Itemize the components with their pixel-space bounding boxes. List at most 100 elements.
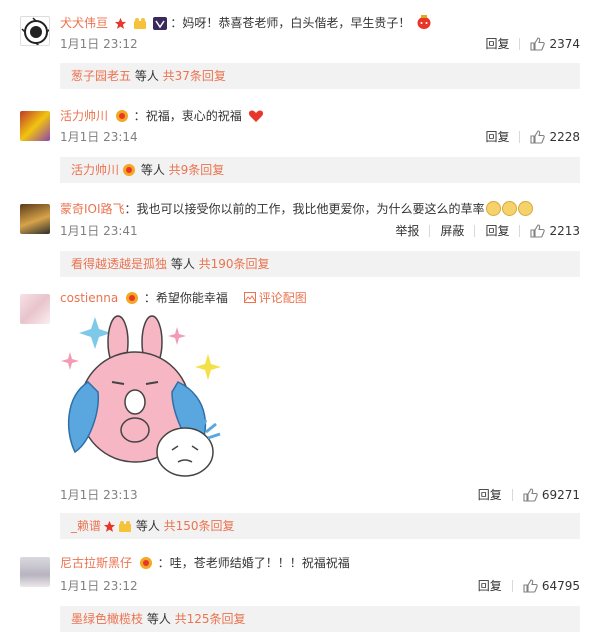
replies-summary[interactable]: _赖谱 等人 共150条回复 bbox=[60, 513, 580, 539]
picture-link-label: 评论配图 bbox=[258, 291, 307, 305]
divider bbox=[474, 225, 476, 237]
star-badge-icon bbox=[114, 17, 127, 34]
like-button[interactable]: 2213 bbox=[530, 223, 580, 239]
timestamp: 1月1日 23:14 bbox=[60, 130, 138, 144]
comment-line: 蒙奇IOI路飞：我也可以接受你以前的工作，我比他更爱你，为什么要这么的草率 bbox=[60, 201, 590, 217]
comment-line: 活力帅川 ：祝福，衷心的祝福 bbox=[60, 108, 590, 127]
vip-badge-icon bbox=[121, 160, 137, 186]
reply-button[interactable]: 回复 bbox=[478, 487, 502, 503]
divider bbox=[519, 225, 521, 237]
reply-user-link[interactable]: _赖谱 bbox=[71, 519, 101, 533]
comment-meta: 1月1日 23:12 回复 64795 bbox=[60, 578, 580, 594]
vip-badge-icon bbox=[118, 516, 132, 542]
timestamp: 1月1日 23:13 bbox=[60, 488, 138, 502]
avatar[interactable] bbox=[20, 111, 50, 141]
colon: ： bbox=[170, 16, 183, 30]
like-count: 2374 bbox=[549, 37, 580, 51]
divider bbox=[511, 489, 513, 501]
crying-rabbit-sticker bbox=[61, 315, 221, 477]
username-link[interactable]: 犬犬伟亘 bbox=[60, 16, 108, 30]
like-button[interactable]: 2374 bbox=[530, 36, 580, 52]
star-badge-icon bbox=[103, 516, 116, 542]
like-icon bbox=[523, 488, 538, 502]
avatar[interactable] bbox=[20, 204, 50, 234]
picture-icon bbox=[243, 292, 256, 303]
like-icon bbox=[523, 579, 538, 593]
replies-summary[interactable]: 墨绿色橄榄枝 等人 共125条回复 bbox=[60, 606, 580, 632]
comment-meta: 1月1日 23:14 回复 2228 bbox=[60, 129, 580, 145]
username-link[interactable]: 活力帅川 bbox=[60, 109, 108, 123]
username-link[interactable]: costienna bbox=[60, 291, 118, 305]
avatar[interactable] bbox=[20, 294, 50, 324]
block-button[interactable]: 屏蔽 bbox=[440, 223, 464, 239]
timestamp: 1月1日 23:41 bbox=[60, 224, 138, 238]
reply-button[interactable]: 回复 bbox=[478, 578, 502, 594]
like-button[interactable]: 2228 bbox=[530, 129, 580, 145]
like-count: 2228 bbox=[549, 130, 580, 144]
timestamp: 1月1日 23:12 bbox=[60, 37, 138, 51]
comment-text: 祝福，衷心的祝福 bbox=[145, 109, 242, 123]
comment-text: 哇，苍老师结婚了！！！祝福祝福 bbox=[169, 556, 350, 570]
replies-summary[interactable]: 葱子园老五 等人 共37条回复 bbox=[60, 63, 580, 89]
like-count: 2213 bbox=[549, 224, 580, 238]
reply-user-link[interactable]: 葱子园老五 bbox=[71, 69, 131, 83]
avatar[interactable] bbox=[20, 16, 50, 46]
reply-etc-text: 等人 bbox=[167, 257, 199, 271]
comment-meta: 1月1日 23:12 回复 2374 bbox=[60, 36, 580, 52]
like-button[interactable]: 69271 bbox=[523, 487, 580, 503]
confused-emoji-icon bbox=[501, 201, 517, 216]
colon: ： bbox=[133, 109, 146, 123]
reply-button[interactable]: 回复 bbox=[485, 36, 509, 52]
lion-logo-avatar-icon bbox=[21, 17, 49, 45]
vip-badge-icon bbox=[114, 109, 130, 127]
like-count: 64795 bbox=[541, 579, 580, 593]
comment-text: 希望你能幸福 bbox=[155, 291, 228, 305]
username-link[interactable]: 蒙奇IOI路飞 bbox=[60, 202, 125, 216]
reply-count-link[interactable]: 共125条回复 bbox=[175, 612, 246, 626]
colon: ： bbox=[124, 202, 137, 216]
comment-line: 尼古拉斯黑仔 ：哇，苍老师结婚了！！！祝福祝福 bbox=[60, 555, 590, 574]
colon: ： bbox=[143, 291, 156, 305]
reply-count-link[interactable]: 共37条回复 bbox=[163, 69, 226, 83]
reply-etc-text: 等人 bbox=[132, 519, 164, 533]
like-count: 69271 bbox=[541, 488, 580, 502]
vip-badge-icon bbox=[124, 291, 140, 309]
replies-summary[interactable]: 活力帅川 等人 共9条回复 bbox=[60, 157, 580, 183]
confused-emoji-icon bbox=[517, 201, 533, 216]
comment-meta: 1月1日 23:41 举报 屏蔽 回复 2213 bbox=[60, 223, 580, 239]
like-button[interactable]: 64795 bbox=[523, 578, 580, 594]
reply-user-link[interactable]: 活力帅川 bbox=[71, 163, 119, 177]
reply-button[interactable]: 回复 bbox=[485, 223, 509, 239]
comment-line: 犬犬伟亘 ：妈呀！恭喜苍老师，白头偕老，早生贵子！ bbox=[60, 14, 590, 34]
comment-picture-link[interactable]: 评论配图 bbox=[243, 291, 307, 305]
comment-text: 妈呀！恭喜苍老师，白头偕老，早生贵子！ bbox=[182, 16, 411, 30]
lantern-emoji-icon bbox=[416, 14, 432, 34]
username-link[interactable]: 尼古拉斯黑仔 bbox=[60, 556, 132, 570]
replies-summary[interactable]: 看得越透越是孤独 等人 共190条回复 bbox=[60, 251, 580, 277]
like-icon bbox=[530, 224, 546, 238]
comment-sticker-image[interactable] bbox=[60, 312, 225, 477]
reply-user-link[interactable]: 墨绿色橄榄枝 bbox=[71, 612, 143, 626]
comment-text: 我也可以接受你以前的工作，我比他更爱你，为什么要这么的草率 bbox=[136, 202, 485, 216]
comment-line: costienna ：希望你能幸福 评论配图 bbox=[60, 290, 590, 309]
reply-count-link[interactable]: 共190条回复 bbox=[199, 257, 270, 271]
crown-badge-icon bbox=[133, 17, 147, 34]
timestamp: 1月1日 23:12 bbox=[60, 579, 138, 593]
avatar[interactable] bbox=[20, 557, 50, 587]
reply-etc-text: 等人 bbox=[143, 612, 175, 626]
divider bbox=[511, 580, 513, 592]
reply-button[interactable]: 回复 bbox=[485, 129, 509, 145]
reply-count-link[interactable]: 共9条回复 bbox=[169, 163, 225, 177]
vip-badge-icon bbox=[152, 17, 167, 34]
reply-user-link[interactable]: 看得越透越是孤独 bbox=[71, 257, 167, 271]
like-icon bbox=[530, 37, 546, 51]
divider bbox=[519, 131, 521, 143]
divider bbox=[429, 225, 431, 237]
confused-emoji-icon bbox=[485, 201, 501, 216]
report-button[interactable]: 举报 bbox=[395, 223, 419, 239]
reply-etc-text: 等人 bbox=[131, 69, 163, 83]
comment-meta: 1月1日 23:13 回复 69271 bbox=[60, 487, 580, 503]
reply-count-link[interactable]: 共150条回复 bbox=[164, 519, 235, 533]
divider bbox=[519, 38, 521, 50]
heart-emoji-icon bbox=[248, 109, 264, 127]
